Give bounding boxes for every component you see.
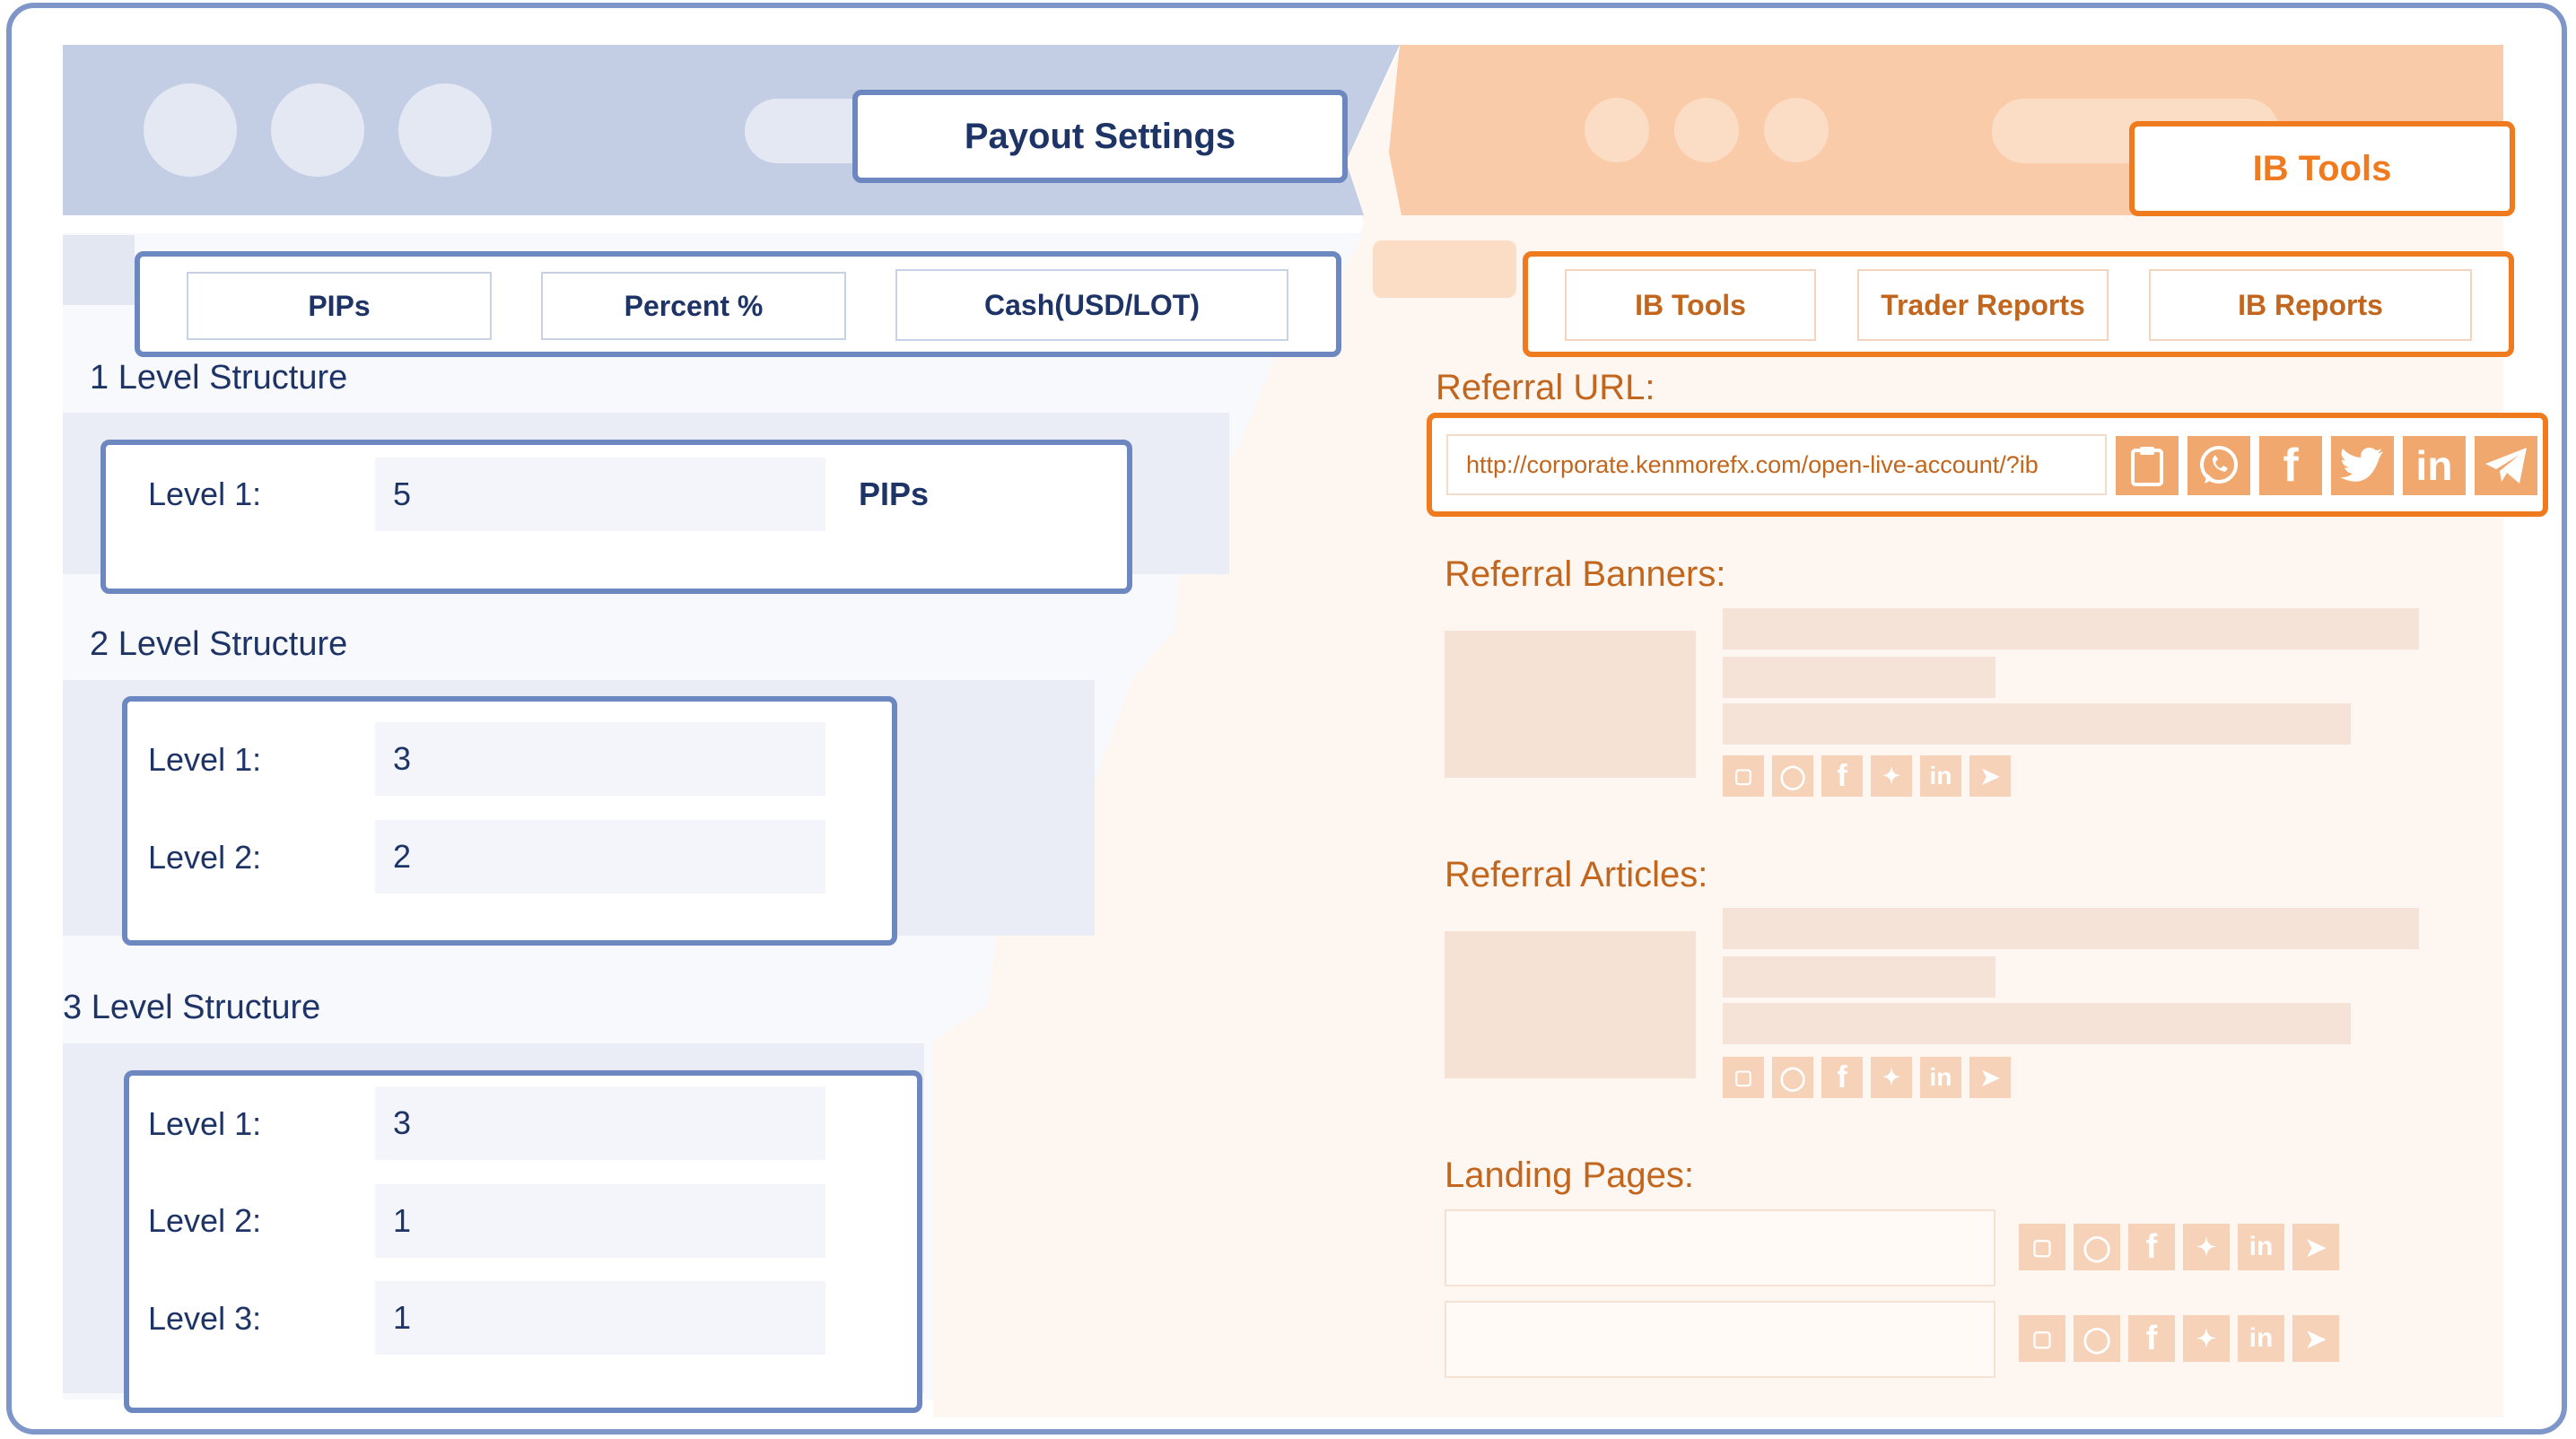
referral-articles-label: Referral Articles: (1445, 855, 1708, 894)
twitter-icon[interactable]: ✦ (1871, 1057, 1912, 1098)
whatsapp-icon[interactable]: ◯ (1772, 1057, 1813, 1098)
referral-banners-label: Referral Banners: (1445, 554, 1726, 594)
linkedin-icon[interactable]: in (2238, 1224, 2284, 1270)
structure-3-level-1-input[interactable]: 3 (375, 1086, 825, 1160)
clipboard-icon[interactable] (2116, 436, 2179, 495)
whatsapp-icon[interactable] (2187, 436, 2250, 495)
twitter-icon[interactable] (2331, 436, 2394, 495)
landing-page-url-input[interactable] (1445, 1209, 1995, 1286)
tab-ib-tools-label: IB Tools (1635, 288, 1746, 321)
tab-ib-tools[interactable]: IB Tools (1565, 269, 1816, 341)
clipboard-icon[interactable]: ▢ (1723, 1057, 1764, 1098)
tab-trader-reports[interactable]: Trader Reports (1857, 269, 2109, 341)
twitter-icon[interactable]: ✦ (2183, 1224, 2230, 1270)
referral-url-input[interactable]: http://corporate.kenmorefx.com/open-live… (1446, 434, 2107, 495)
structure-1-unit: PIPs (859, 475, 930, 512)
landing-pages-label: Landing Pages: (1445, 1156, 1695, 1195)
payout-settings-title-text: Payout Settings (964, 116, 1236, 156)
tab-ib-reports[interactable]: IB Reports (2149, 269, 2472, 341)
twitter-icon[interactable]: ✦ (1871, 755, 1912, 797)
article-text-line (1723, 956, 1995, 998)
structure-2-level-1-input[interactable]: 3 (375, 722, 825, 796)
structure-3-level-1-label: Level 1: (148, 1105, 262, 1142)
telegram-icon[interactable]: ➤ (2292, 1315, 2339, 1362)
referral-url-share-icons: f in (2116, 436, 2537, 495)
structure-2-level-1-label: Level 1: (148, 741, 262, 778)
ib-tools-title[interactable]: IB Tools (2129, 121, 2515, 216)
clipboard-icon[interactable]: ▢ (1723, 755, 1764, 797)
landing-page-url-input[interactable] (1445, 1301, 1995, 1378)
structure-3-label: 3 Level Structure (63, 989, 321, 1026)
linkedin-icon[interactable]: in (2238, 1315, 2284, 1362)
article-thumbnail (1445, 931, 1696, 1078)
structure-3-level-3-input[interactable]: 1 (375, 1281, 825, 1355)
facebook-icon[interactable]: f (1821, 1057, 1863, 1098)
whatsapp-icon[interactable]: ◯ (1772, 755, 1813, 797)
structure-3-level-2-label: Level 2: (148, 1202, 262, 1239)
article-share-icons: ▢ ◯ f ✦ in ➤ (1723, 1057, 2011, 1098)
whatsapp-icon[interactable]: ◯ (2074, 1224, 2120, 1270)
linkedin-icon[interactable]: in (1920, 1057, 1961, 1098)
structure-2-level-2-input[interactable]: 2 (375, 820, 825, 894)
banner-share-icons: ▢ ◯ f ✦ in ➤ (1723, 755, 2011, 797)
clipboard-icon[interactable]: ▢ (2019, 1224, 2065, 1270)
payout-settings-title[interactable]: Payout Settings (852, 90, 1348, 183)
structure-1-level-1-label: Level 1: (148, 475, 262, 512)
tab-trader-reports-label: Trader Reports (1881, 288, 2085, 321)
structure-2-label: 2 Level Structure (90, 625, 348, 663)
article-text-line (1723, 1003, 2351, 1044)
banner-text-line (1723, 703, 2351, 745)
twitter-icon[interactable]: ✦ (2183, 1315, 2230, 1362)
facebook-icon[interactable]: f (2128, 1224, 2175, 1270)
article-text-line (1723, 908, 2419, 949)
facebook-icon[interactable]: f (2259, 436, 2322, 495)
structure-1-level-1-input[interactable]: 5 (375, 458, 825, 531)
structure-3-level-2-input[interactable]: 1 (375, 1184, 825, 1258)
telegram-icon[interactable] (2475, 436, 2537, 495)
tab-pips-label: PIPs (308, 289, 371, 322)
whatsapp-icon[interactable]: ◯ (2074, 1315, 2120, 1362)
facebook-icon[interactable]: f (1821, 755, 1863, 797)
telegram-icon[interactable]: ➤ (1969, 1057, 2011, 1098)
referral-url-label: Referral URL: (1436, 368, 1655, 407)
banner-thumbnail (1445, 631, 1696, 778)
tab-pips[interactable]: PIPs (187, 272, 492, 340)
structure-3-level-3-label: Level 3: (148, 1300, 262, 1337)
tab-cash-usd-lot[interactable]: Cash(USD/LOT) (895, 269, 1288, 341)
telegram-icon[interactable]: ➤ (1969, 755, 2011, 797)
tab-percent-label: Percent % (624, 289, 764, 322)
ib-tools-title-text: IB Tools (2252, 148, 2392, 188)
banner-text-line (1723, 657, 1995, 698)
facebook-icon[interactable]: f (2128, 1315, 2175, 1362)
structure-1-label: 1 Level Structure (90, 359, 348, 397)
landing-page-share-icons: ▢ ◯ f ✦ in ➤ (2019, 1315, 2339, 1362)
tab-percent[interactable]: Percent % (541, 272, 846, 340)
clipboard-icon[interactable]: ▢ (2019, 1315, 2065, 1362)
linkedin-icon[interactable]: in (1920, 755, 1961, 797)
structure-2-level-2-label: Level 2: (148, 839, 262, 876)
telegram-icon[interactable]: ➤ (2292, 1224, 2339, 1270)
tab-ib-reports-label: IB Reports (2238, 288, 2383, 321)
linkedin-icon[interactable]: in (2403, 436, 2466, 495)
landing-page-share-icons: ▢ ◯ f ✦ in ➤ (2019, 1224, 2339, 1270)
tab-cash-label: Cash(USD/LOT) (984, 288, 1200, 321)
banner-text-line (1723, 608, 2419, 650)
